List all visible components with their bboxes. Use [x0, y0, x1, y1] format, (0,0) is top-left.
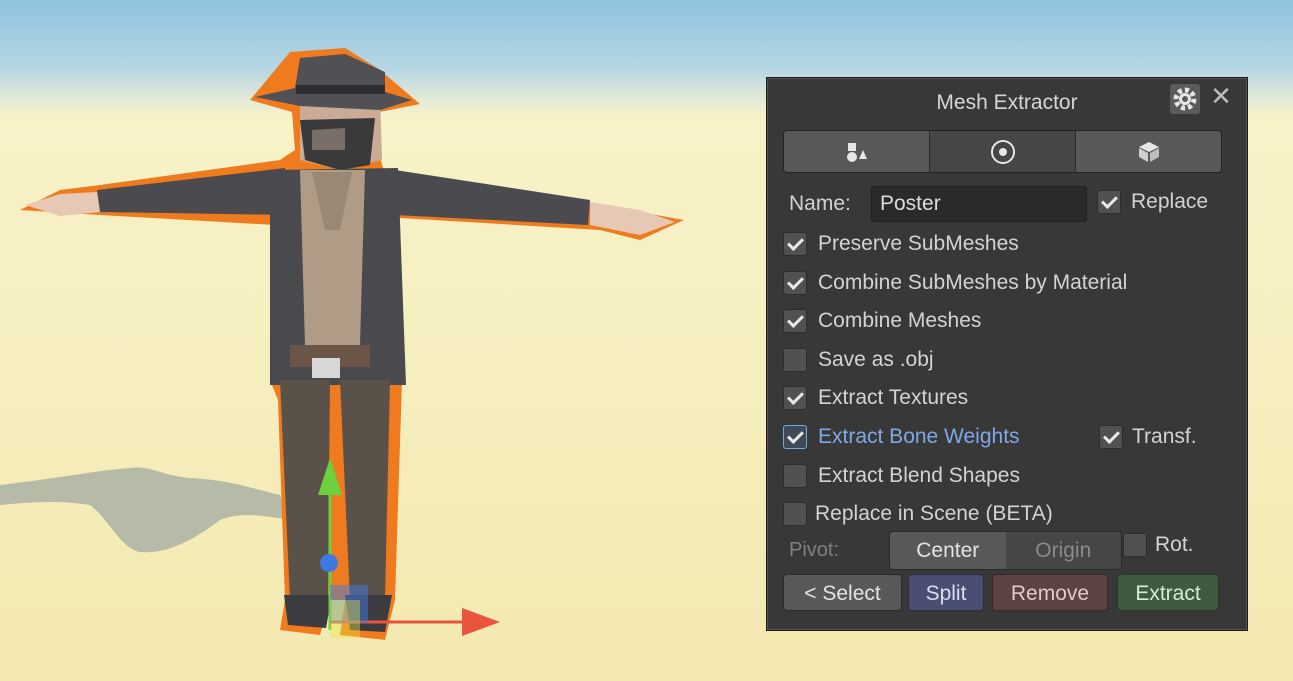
replace-toggle[interactable]: Replace	[1097, 190, 1208, 214]
checkbox[interactable]	[783, 386, 807, 410]
rot-toggle[interactable]: Rot.	[1123, 533, 1194, 557]
option-combine-meshes[interactable]: Combine Meshes	[783, 307, 981, 335]
pivot-selector: Center Origin	[889, 531, 1122, 570]
tab-shapes[interactable]	[784, 131, 930, 172]
option-label: Extract Blend Shapes	[818, 464, 1020, 487]
checkbox[interactable]	[783, 232, 807, 256]
checkbox[interactable]	[783, 309, 807, 333]
name-input[interactable]: Poster	[871, 186, 1087, 222]
cube-icon	[1138, 141, 1159, 162]
mesh-extractor-window: Mesh Extractor ✕ Name: Poster Replace Pr…	[766, 77, 1248, 631]
mode-tabs	[783, 130, 1222, 173]
option-label: Combine SubMeshes by Material	[818, 271, 1128, 294]
tab-target[interactable]	[930, 131, 1076, 172]
option-label: Extract Textures	[818, 386, 969, 409]
checkbox[interactable]	[783, 348, 807, 372]
option-save-as-obj[interactable]: Save as .obj	[783, 346, 934, 374]
character-shadow	[0, 467, 290, 553]
checkbox[interactable]	[783, 464, 807, 488]
extract-button[interactable]: Extract	[1117, 574, 1219, 611]
select-button[interactable]: < Select	[783, 574, 902, 611]
option-extract-textures[interactable]: Extract Textures	[783, 384, 968, 412]
target-icon	[990, 139, 1015, 164]
window-titlebar[interactable]: Mesh Extractor ✕	[767, 78, 1247, 122]
option-extract-bone-weights[interactable]: Extract Bone Weights	[783, 423, 1020, 451]
option-combine-submeshes-by-material[interactable]: Combine SubMeshes by Material	[783, 269, 1127, 297]
name-label: Name:	[789, 192, 851, 215]
rot-label: Rot.	[1155, 533, 1194, 556]
option-extract-blend-shapes[interactable]: Extract Blend Shapes	[783, 462, 1020, 490]
option-preserve-submeshes[interactable]: Preserve SubMeshes	[783, 230, 1019, 258]
checkbox[interactable]	[783, 425, 807, 449]
close-icon[interactable]: ✕	[1207, 82, 1235, 110]
option-label: Save as .obj	[818, 348, 934, 371]
transf-label: Transf.	[1132, 425, 1197, 448]
rot-checkbox[interactable]	[1123, 533, 1147, 557]
option-transf[interactable]: Transf.	[1099, 423, 1197, 451]
option-label: Extract Bone Weights	[818, 425, 1020, 448]
replace-label: Replace	[1131, 190, 1209, 213]
checkbox[interactable]	[783, 271, 807, 295]
remove-button[interactable]: Remove	[992, 574, 1108, 611]
gear-icon[interactable]	[1170, 84, 1200, 114]
shapes-icon	[846, 142, 867, 162]
pivot-center-button[interactable]: Center	[890, 532, 1006, 569]
replace-checkbox[interactable]	[1097, 190, 1121, 214]
split-button[interactable]: Split	[908, 574, 984, 611]
checkbox[interactable]	[783, 502, 807, 526]
pivot-label: Pivot:	[789, 539, 840, 561]
tab-cube[interactable]	[1076, 131, 1221, 172]
pivot-origin-button[interactable]: Origin	[1005, 532, 1121, 569]
option-label: Preserve SubMeshes	[818, 232, 1019, 255]
option-label: Combine Meshes	[818, 309, 982, 332]
option-label: Replace in Scene (BETA)	[815, 502, 1053, 525]
option-replace-in-scene[interactable]: Replace in Scene (BETA)	[783, 500, 1053, 528]
transf-checkbox[interactable]	[1099, 425, 1123, 449]
